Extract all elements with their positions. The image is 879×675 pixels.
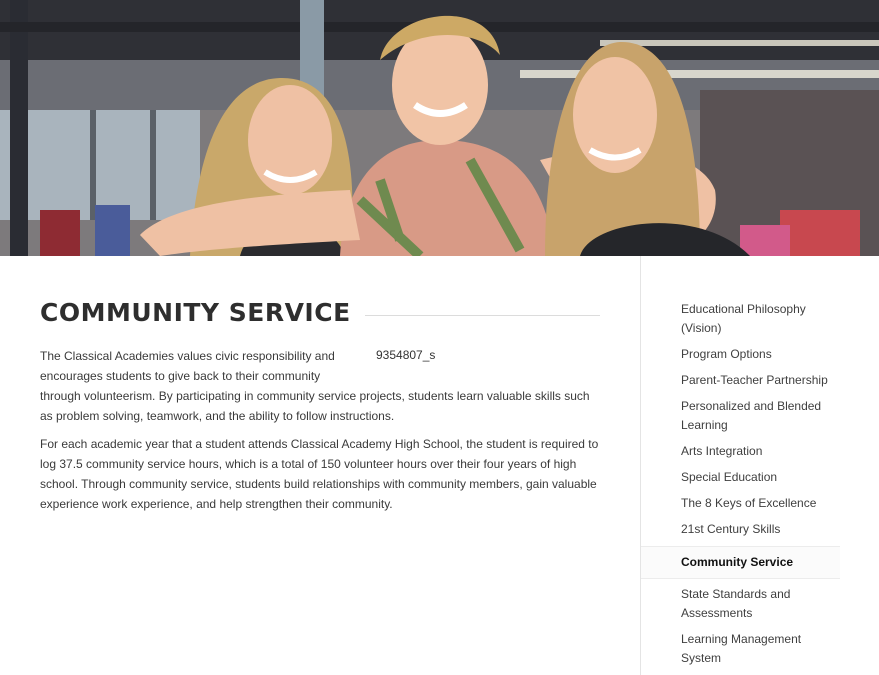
broken-image-alt-text: 9354807_s [376,348,436,362]
sidebar-item-community-service[interactable]: Community Service [641,546,840,579]
sidebar-item-personalized-blended-learning[interactable]: Personalized and Blended Learning [641,395,840,440]
sidebar-item-parent-teacher-partnership[interactable]: Parent-Teacher Partnership [641,369,840,395]
page-title: COMMUNITY SERVICE [40,297,351,327]
sidebar-item-21st-century-skills[interactable]: 21st Century Skills [641,518,840,544]
sidebar-item-state-standards[interactable]: State Standards and Assessments [641,583,840,628]
paragraph-hours-requirement: For each academic year that a student at… [40,437,599,511]
hero-photo-illustration [0,0,879,256]
sidebar-item-program-options[interactable]: Program Options [641,343,840,369]
sidebar-item-learning-management-system[interactable]: Learning Management System [641,628,840,673]
sidebar-item-special-education[interactable]: Special Education [641,466,840,492]
title-divider [364,314,600,316]
paragraph-civic-responsibility: The Classical Academies values civic res… [40,346,600,426]
intro-section: 9354807_s The Classical Academies values… [40,346,600,514]
sidebar-item-arts-integration[interactable]: Arts Integration [641,440,840,466]
hero-photo [0,0,879,256]
title-row: COMMUNITY SERVICE [40,292,600,332]
sidebar-item-8-keys-of-excellence[interactable]: The 8 Keys of Excellence [641,492,840,518]
sidebar-nav: Educational Philosophy (Vision) Program … [641,298,840,673]
sidebar-item-educational-philosophy[interactable]: Educational Philosophy (Vision) [641,298,840,343]
main-content: COMMUNITY SERVICE 9354807_s The Classica… [40,292,600,514]
